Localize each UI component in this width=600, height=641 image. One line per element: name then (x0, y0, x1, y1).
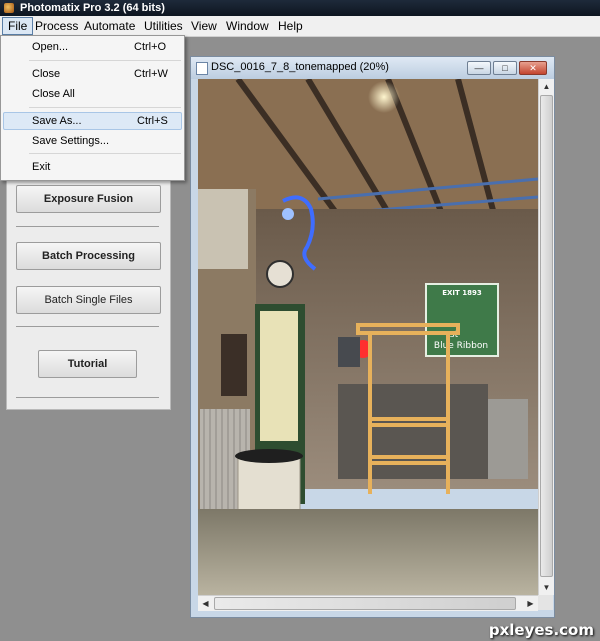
menu-process[interactable]: Process (30, 18, 83, 34)
menu-separator (29, 60, 181, 61)
minimize-icon[interactable]: — (467, 61, 491, 75)
menu-item-save-as[interactable]: Save As... Ctrl+S (3, 112, 182, 130)
menu-item-close-all[interactable]: Close All (2, 85, 183, 103)
menu-item-label: Exit (32, 161, 51, 173)
app-title: Photomatix Pro 3.2 (64 bits) (20, 2, 165, 14)
image-window-title: DSC_0016_7_8_tonemapped (20%) (211, 61, 389, 73)
image-document-window: DSC_0016_7_8_tonemapped (20%) — □ ✕ EXIT… (190, 56, 555, 618)
menu-file[interactable]: File (2, 17, 34, 35)
menu-bar: File Process Automate Utilities View Win… (0, 16, 600, 37)
scroll-left-icon[interactable]: ◀ (198, 596, 213, 611)
tutorial-button[interactable]: Tutorial (38, 350, 137, 378)
menu-item-label: Save As... (32, 115, 82, 127)
menu-item-shortcut: Ctrl+O (134, 41, 167, 53)
app-logo-icon (4, 3, 14, 13)
menu-window[interactable]: Window (221, 18, 274, 34)
sign-exit-text: EXIT 1893 (442, 289, 482, 297)
vertical-scroll-thumb[interactable] (540, 95, 553, 577)
menu-view[interactable]: View (186, 18, 222, 34)
menu-item-save-settings[interactable]: Save Settings... (2, 132, 183, 150)
menu-item-label: Close All (32, 88, 75, 100)
close-icon[interactable]: ✕ (519, 61, 547, 75)
sign-line-2-text: Blue Ribbon (434, 341, 488, 351)
batch-single-files-button[interactable]: Batch Single Files (16, 286, 161, 314)
scroll-up-icon[interactable]: ▲ (539, 79, 554, 94)
image-window-title-bar[interactable]: DSC_0016_7_8_tonemapped (20%) — □ ✕ (191, 57, 554, 79)
horizontal-scroll-thumb[interactable] (214, 597, 516, 610)
document-icon (196, 62, 208, 75)
scrollbar-corner (538, 595, 553, 610)
scroll-down-icon[interactable]: ▼ (539, 580, 554, 595)
horizontal-scrollbar[interactable]: ◀ ▶ (198, 595, 538, 611)
exposure-fusion-button[interactable]: Exposure Fusion (16, 185, 161, 213)
menu-item-label: Save Settings... (32, 135, 110, 147)
menu-item-exit[interactable]: Exit (2, 158, 183, 176)
menu-item-open[interactable]: Open... Ctrl+O (2, 38, 183, 56)
tonemapped-photo: EXIT 1893 st Blue Ribbon (198, 79, 538, 595)
panel-divider (16, 326, 159, 327)
file-menu-dropdown: Open... Ctrl+O Close Ctrl+W Close All Sa… (0, 35, 185, 181)
vertical-scrollbar[interactable]: ▲ ▼ (538, 79, 554, 595)
panel-divider (16, 397, 159, 398)
restore-icon[interactable]: □ (493, 61, 517, 75)
menu-item-shortcut: Ctrl+S (137, 115, 168, 127)
menu-item-label: Open... (32, 41, 69, 53)
menu-item-close[interactable]: Close Ctrl+W (2, 65, 183, 83)
batch-processing-button[interactable]: Batch Processing (16, 242, 161, 270)
menu-help[interactable]: Help (273, 18, 308, 34)
scroll-right-icon[interactable]: ▶ (523, 596, 538, 611)
menu-separator (29, 107, 181, 108)
app-title-bar: Photomatix Pro 3.2 (64 bits) (0, 0, 600, 16)
menu-utilities[interactable]: Utilities (139, 18, 188, 34)
site-watermark: pxleyes.com (488, 621, 594, 639)
menu-separator (29, 153, 181, 154)
panel-divider (16, 226, 159, 227)
menu-item-label: Close (32, 68, 61, 80)
menu-automate[interactable]: Automate (79, 18, 140, 34)
menu-item-shortcut: Ctrl+W (134, 68, 168, 80)
tonemapped-image-canvas[interactable]: EXIT 1893 st Blue Ribbon (198, 79, 538, 595)
